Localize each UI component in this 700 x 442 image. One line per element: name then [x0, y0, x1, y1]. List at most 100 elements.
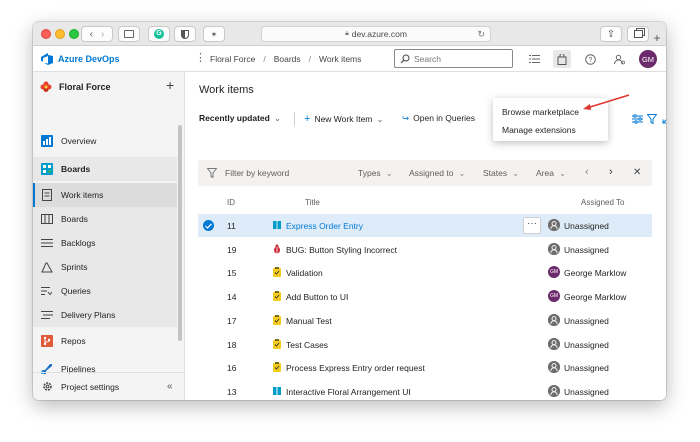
sidebar-scrollbar[interactable] — [178, 125, 182, 341]
sidebar-item-queries[interactable]: Queries — [33, 279, 177, 303]
back-forward-buttons[interactable]: ‹ › — [81, 26, 113, 42]
forward-icon[interactable]: › — [101, 29, 104, 40]
sidebar-item-work-items[interactable]: Work items — [33, 183, 177, 207]
breadcrumb: Floral Force / Boards / Work items — [210, 54, 361, 64]
table-row[interactable]: 14 Add Button to UI GM George Marklow — [198, 285, 652, 308]
column-header-assigned[interactable]: Assigned To — [581, 198, 624, 207]
task-icon — [272, 314, 282, 325]
search-input[interactable] — [414, 53, 509, 64]
work-item-title[interactable]: Express Order Entry — [286, 221, 363, 231]
sprints-icon — [41, 261, 53, 273]
sidebar-icon — [124, 30, 134, 38]
table-row[interactable]: 19 BUG: Button Styling Incorrect Unassigne… — [198, 238, 652, 261]
table-row[interactable]: 15 Validation GM George Marklow — [198, 261, 652, 284]
work-item-title[interactable]: Process Express Entry order request — [286, 363, 425, 373]
project-settings-link[interactable]: Project settings « — [33, 372, 185, 400]
minimize-window-button[interactable] — [55, 29, 65, 39]
filter-assigned-to[interactable]: Assigned to ⌄ — [409, 168, 466, 179]
sidebar-item-overview[interactable]: Overview — [33, 129, 177, 153]
close-icon[interactable]: ✕ — [633, 167, 641, 178]
close-window-button[interactable] — [41, 29, 51, 39]
sidebar-item-label: Boards — [61, 214, 88, 224]
list-icon[interactable] — [525, 50, 543, 68]
table-row[interactable]: 13 Interactive Floral Arrangement UI Unass… — [198, 380, 652, 400]
search-box[interactable] — [394, 49, 513, 68]
lock-icon: 🔒︎ — [345, 30, 349, 37]
back-icon[interactable]: ‹ — [90, 29, 93, 40]
collapse-sidebar-icon[interactable]: « — [167, 381, 173, 392]
table-row[interactable]: 11 Express Order Entry ··· Unassigned — [198, 214, 652, 237]
work-items-icon — [41, 189, 53, 201]
sidebar-item-delivery-plans[interactable]: Delivery Plans — [33, 303, 177, 327]
sidebar-item-boards[interactable]: Boards — [33, 207, 177, 231]
work-item-title[interactable]: Validation — [286, 268, 323, 278]
new-work-item-label: New Work Item — [314, 114, 373, 124]
breadcrumb-boards[interactable]: Boards — [274, 54, 301, 64]
tabs-button[interactable] — [627, 26, 649, 42]
shield-button[interactable] — [174, 26, 196, 42]
sidebar-item-label: Repos — [61, 336, 86, 346]
breadcrumb-work-items[interactable]: Work items — [319, 54, 361, 64]
table-row[interactable]: 16 Process Express Entry order request Una… — [198, 356, 652, 379]
table-row[interactable]: 18 Test Cases Unassigned — [198, 333, 652, 356]
checkmark-icon[interactable] — [203, 220, 214, 231]
work-item-title[interactable]: Add Button to UI — [286, 292, 348, 302]
maximize-window-button[interactable] — [69, 29, 79, 39]
sidebar-item-repos[interactable]: Repos — [33, 329, 177, 353]
work-item-id: 14 — [227, 292, 237, 303]
address-bar[interactable]: 🔒︎ dev.azure.com ↻ — [261, 26, 491, 42]
sidebar-item-label: Work items — [61, 190, 104, 200]
chevron-left-icon[interactable]: ‹ — [585, 166, 589, 178]
column-header-id[interactable]: ID — [227, 198, 235, 207]
view-options-icon[interactable] — [630, 112, 644, 126]
fullscreen-icon[interactable] — [660, 112, 666, 126]
reload-icon[interactable]: ↻ — [477, 29, 485, 40]
share-button[interactable]: ⇪ — [600, 26, 622, 42]
menu-item-browse-marketplace[interactable]: Browse marketplace — [502, 107, 579, 117]
filter-area[interactable]: Area ⌄ — [536, 168, 566, 179]
chevron-right-icon[interactable]: › — [609, 166, 613, 178]
azure-devops-logo-icon[interactable] — [41, 53, 53, 65]
task-icon — [272, 362, 282, 373]
add-icon[interactable]: + — [166, 78, 174, 92]
filter-funnel-icon[interactable] — [645, 112, 659, 126]
work-item-title[interactable]: Test Cases — [286, 340, 328, 350]
user-settings-icon[interactable] — [610, 50, 628, 68]
sidebar: Floral Force + Overview Boards Work item… — [33, 72, 185, 400]
more-actions-button[interactable]: ··· — [523, 217, 541, 234]
table-row[interactable]: 17 Manual Test Unassigned — [198, 309, 652, 332]
open-in-queries-label: Open in Queries — [413, 113, 476, 123]
extension-button[interactable]: ✶ — [203, 26, 225, 42]
grammarly-button[interactable]: G — [148, 26, 170, 42]
assigned-to: Unassigned — [564, 244, 609, 255]
chevron-down-icon: ⌄ — [376, 114, 384, 124]
more-vertical-icon[interactable]: ⋮ — [195, 52, 206, 64]
help-icon[interactable]: ? — [581, 50, 599, 68]
sidebar-toggle-button[interactable] — [118, 26, 140, 42]
task-icon — [272, 338, 282, 349]
menu-item-manage-extensions[interactable]: Manage extensions — [502, 125, 576, 135]
user-avatar[interactable]: GM — [639, 50, 657, 68]
filter-types[interactable]: Types ⌄ — [358, 168, 393, 179]
work-item-title[interactable]: BUG: Button Styling Incorrect — [286, 245, 397, 255]
open-in-queries-button[interactable]: ↪ Open in Queries — [402, 113, 475, 124]
breadcrumb-project[interactable]: Floral Force — [210, 54, 255, 64]
work-item-title[interactable]: Manual Test — [286, 316, 332, 326]
sidebar-item-boards-section[interactable]: Boards — [33, 157, 177, 181]
sidebar-item-sprints[interactable]: Sprints — [33, 255, 177, 279]
new-tab-button[interactable]: + — [651, 32, 663, 45]
work-item-title[interactable]: Interactive Floral Arrangement UI — [286, 387, 411, 397]
sidebar-item-label: Queries — [61, 286, 91, 296]
view-selector[interactable]: Recently updated ⌄ — [199, 113, 281, 124]
assigned-to: Unassigned — [564, 386, 609, 397]
filter-states[interactable]: States ⌄ — [483, 168, 519, 179]
project-name[interactable]: Floral Force — [59, 82, 111, 92]
marketplace-bag-icon[interactable] — [553, 50, 571, 68]
new-work-item-button[interactable]: + New Work Item ⌄ — [304, 113, 384, 125]
column-header-title[interactable]: Title — [305, 198, 320, 207]
brand-name[interactable]: Azure DevOps — [58, 54, 120, 64]
task-icon — [272, 267, 282, 278]
sidebar-item-backlogs[interactable]: Backlogs — [33, 231, 177, 255]
filter-keyword-input[interactable]: Filter by keyword — [225, 168, 289, 178]
grammarly-icon: G — [154, 29, 164, 39]
